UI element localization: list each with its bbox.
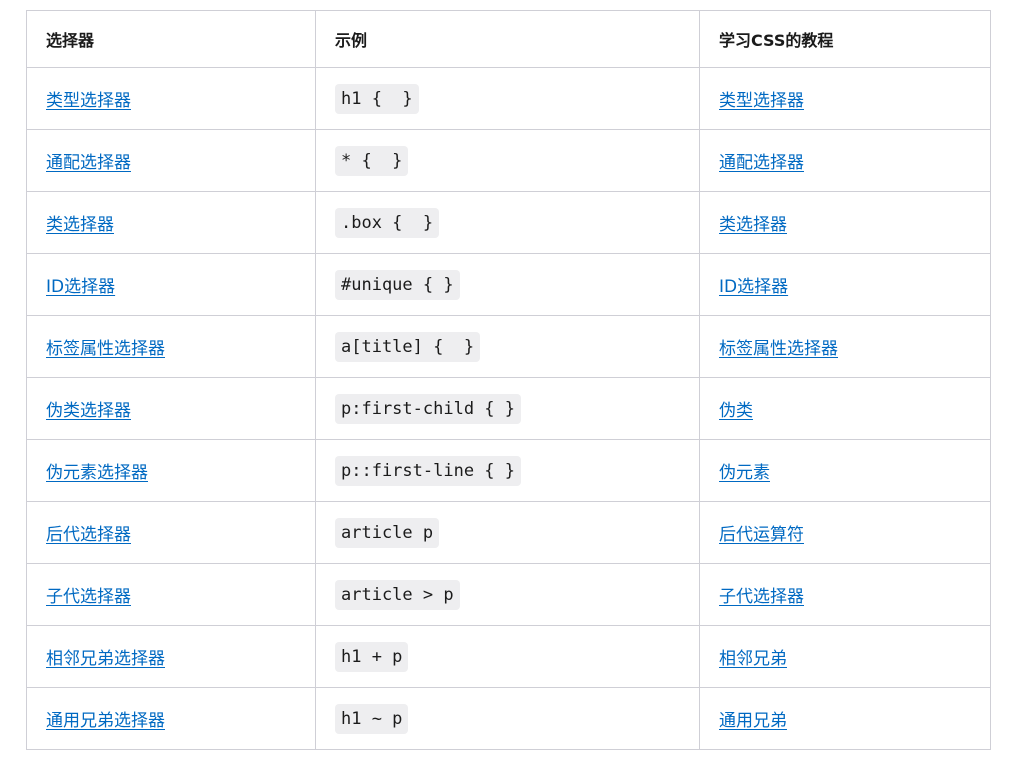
table-row: 伪类选择器 p:first-child { } 伪类 [26,377,991,440]
tutorial-cell: 通配选择器 [699,129,991,192]
tutorial-cell: 子代选择器 [699,563,991,626]
selector-cell: 通用兄弟选择器 [26,687,316,750]
table-row: 子代选择器 article > p 子代选择器 [26,563,991,626]
example-cell: .box { } [315,191,700,254]
example-cell: p:first-child { } [315,377,700,440]
example-cell: * { } [315,129,700,192]
table-row: 类型选择器 h1 { } 类型选择器 [26,67,991,130]
header-row: 选择器 示例 学习CSS的教程 [26,10,991,68]
selector-link[interactable]: 标签属性选择器 [46,339,165,359]
example-cell: h1 { } [315,67,700,130]
selector-cell: 伪类选择器 [26,377,316,440]
header-example: 示例 [315,10,700,68]
selector-link[interactable]: 通用兄弟选择器 [46,711,165,731]
example-code: article > p [335,579,460,610]
tutorial-link[interactable]: 类选择器 [719,215,787,235]
tutorial-link[interactable]: 通用兄弟 [719,711,787,731]
tutorial-cell: 相邻兄弟 [699,625,991,688]
tutorial-cell: 类选择器 [699,191,991,254]
example-code: h1 + p [335,641,409,672]
tutorial-link[interactable]: 伪元素 [719,463,770,483]
tutorial-cell: 伪元素 [699,439,991,502]
selectors-table: 选择器 示例 学习CSS的教程 类型选择器 h1 { } 类型选择器 通配选择器… [26,10,991,750]
selector-cell: 后代选择器 [26,501,316,564]
selectors-table-container: 选择器 示例 学习CSS的教程 类型选择器 h1 { } 类型选择器 通配选择器… [26,10,991,750]
selector-cell: 相邻兄弟选择器 [26,625,316,688]
table-row: 通配选择器 * { } 通配选择器 [26,129,991,192]
header-tutorial: 学习CSS的教程 [699,10,991,68]
table-row: 相邻兄弟选择器 h1 + p 相邻兄弟 [26,625,991,688]
tutorial-cell: 标签属性选择器 [699,315,991,378]
example-code: h1 ~ p [335,703,409,734]
tutorial-cell: 伪类 [699,377,991,440]
example-code: h1 { } [335,83,419,114]
tutorial-cell: 类型选择器 [699,67,991,130]
selector-link[interactable]: 类选择器 [46,215,114,235]
tutorial-link[interactable]: ID选择器 [719,277,788,297]
selector-link[interactable]: 后代选择器 [46,525,131,545]
tutorial-link[interactable]: 通配选择器 [719,153,804,173]
example-code: .box { } [335,207,440,238]
table-header: 选择器 示例 学习CSS的教程 [26,10,991,68]
table-row: 后代选择器 article p 后代运算符 [26,501,991,564]
tutorial-link[interactable]: 标签属性选择器 [719,339,838,359]
table-row: 伪元素选择器 p::first-line { } 伪元素 [26,439,991,502]
example-code: p:first-child { } [335,393,521,424]
selector-cell: 类型选择器 [26,67,316,130]
table-body: 类型选择器 h1 { } 类型选择器 通配选择器 * { } 通配选择器 类选择… [26,67,991,750]
example-cell: article p [315,501,700,564]
table-row: ID选择器 #unique { } ID选择器 [26,253,991,316]
example-code: article p [335,517,440,548]
tutorial-link[interactable]: 相邻兄弟 [719,649,787,669]
tutorial-link[interactable]: 子代选择器 [719,587,804,607]
example-cell: p::first-line { } [315,439,700,502]
selector-link[interactable]: 子代选择器 [46,587,131,607]
example-cell: article > p [315,563,700,626]
example-cell: #unique { } [315,253,700,316]
selector-cell: 子代选择器 [26,563,316,626]
selector-link[interactable]: 伪类选择器 [46,401,131,421]
tutorial-link[interactable]: 后代运算符 [719,525,804,545]
selector-cell: ID选择器 [26,253,316,316]
selector-link[interactable]: ID选择器 [46,277,115,297]
selector-cell: 类选择器 [26,191,316,254]
example-cell: a[title] { } [315,315,700,378]
header-selector: 选择器 [26,10,316,68]
example-cell: h1 ~ p [315,687,700,750]
selector-cell: 标签属性选择器 [26,315,316,378]
table-row: 标签属性选择器 a[title] { } 标签属性选择器 [26,315,991,378]
selector-link[interactable]: 伪元素选择器 [46,463,148,483]
selector-link[interactable]: 相邻兄弟选择器 [46,649,165,669]
table-row: 通用兄弟选择器 h1 ~ p 通用兄弟 [26,687,991,750]
tutorial-cell: 后代运算符 [699,501,991,564]
tutorial-cell: ID选择器 [699,253,991,316]
selector-link[interactable]: 通配选择器 [46,153,131,173]
tutorial-link[interactable]: 类型选择器 [719,91,804,111]
selector-cell: 伪元素选择器 [26,439,316,502]
tutorial-cell: 通用兄弟 [699,687,991,750]
example-code: * { } [335,145,409,176]
example-code: a[title] { } [335,331,481,362]
table-row: 类选择器 .box { } 类选择器 [26,191,991,254]
tutorial-link[interactable]: 伪类 [719,401,753,421]
example-code: #unique { } [335,269,460,300]
selector-cell: 通配选择器 [26,129,316,192]
selector-link[interactable]: 类型选择器 [46,91,131,111]
example-cell: h1 + p [315,625,700,688]
example-code: p::first-line { } [335,455,521,486]
